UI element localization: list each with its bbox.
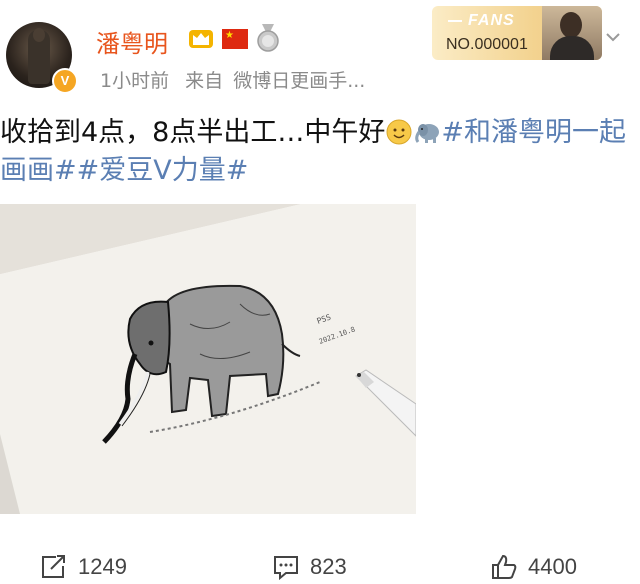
action-bar: 1249 823 4400 bbox=[0, 548, 640, 584]
user-name[interactable]: 潘粤明 bbox=[96, 24, 168, 59]
post-image[interactable]: PSS 2022.10.8 bbox=[0, 204, 416, 514]
fans-label: FANS bbox=[468, 12, 515, 29]
fans-decoration bbox=[448, 20, 462, 22]
sketch-image: PSS 2022.10.8 bbox=[0, 204, 416, 514]
post-source[interactable]: 微博日更画手... bbox=[233, 70, 365, 92]
post-header: V 潘粤明 ★ 1小时前 来自 微博日更画手... FANS NO.000001 bbox=[0, 0, 640, 100]
fans-number: NO.000001 bbox=[446, 36, 528, 53]
post-body: 收拾到4点，8点半出工…中午好 bbox=[0, 117, 386, 148]
fans-badge[interactable]: FANS NO.000001 bbox=[432, 6, 602, 60]
verified-badge: V bbox=[52, 68, 78, 94]
repost-icon bbox=[42, 555, 65, 578]
medal-icon bbox=[257, 24, 279, 52]
fans-badge-photo bbox=[542, 6, 602, 60]
comment-count: 823 bbox=[310, 554, 347, 579]
repost-button[interactable]: 1249 bbox=[40, 554, 150, 580]
post-meta: 1小时前 来自 微博日更画手... bbox=[100, 66, 365, 93]
smile-emoji-icon bbox=[386, 119, 412, 145]
chevron-down-icon[interactable] bbox=[606, 30, 620, 44]
source-prefix: 来自 bbox=[185, 70, 224, 92]
thumbs-up-icon bbox=[492, 554, 517, 579]
comment-button[interactable]: 823 bbox=[272, 554, 372, 580]
repost-count: 1249 bbox=[78, 554, 127, 579]
china-flag-icon: ★ bbox=[222, 29, 248, 49]
comment-icon bbox=[274, 556, 298, 580]
elephant-emoji-icon bbox=[415, 124, 440, 143]
like-count: 4400 bbox=[528, 554, 577, 579]
post-time: 1小时前 bbox=[100, 70, 170, 92]
post-text: 收拾到4点，8点半出工…中午好 #和潘粤明一起画画##爱豆V力量# bbox=[0, 114, 628, 190]
like-button[interactable]: 4400 bbox=[490, 554, 600, 580]
crown-icon bbox=[189, 30, 213, 48]
